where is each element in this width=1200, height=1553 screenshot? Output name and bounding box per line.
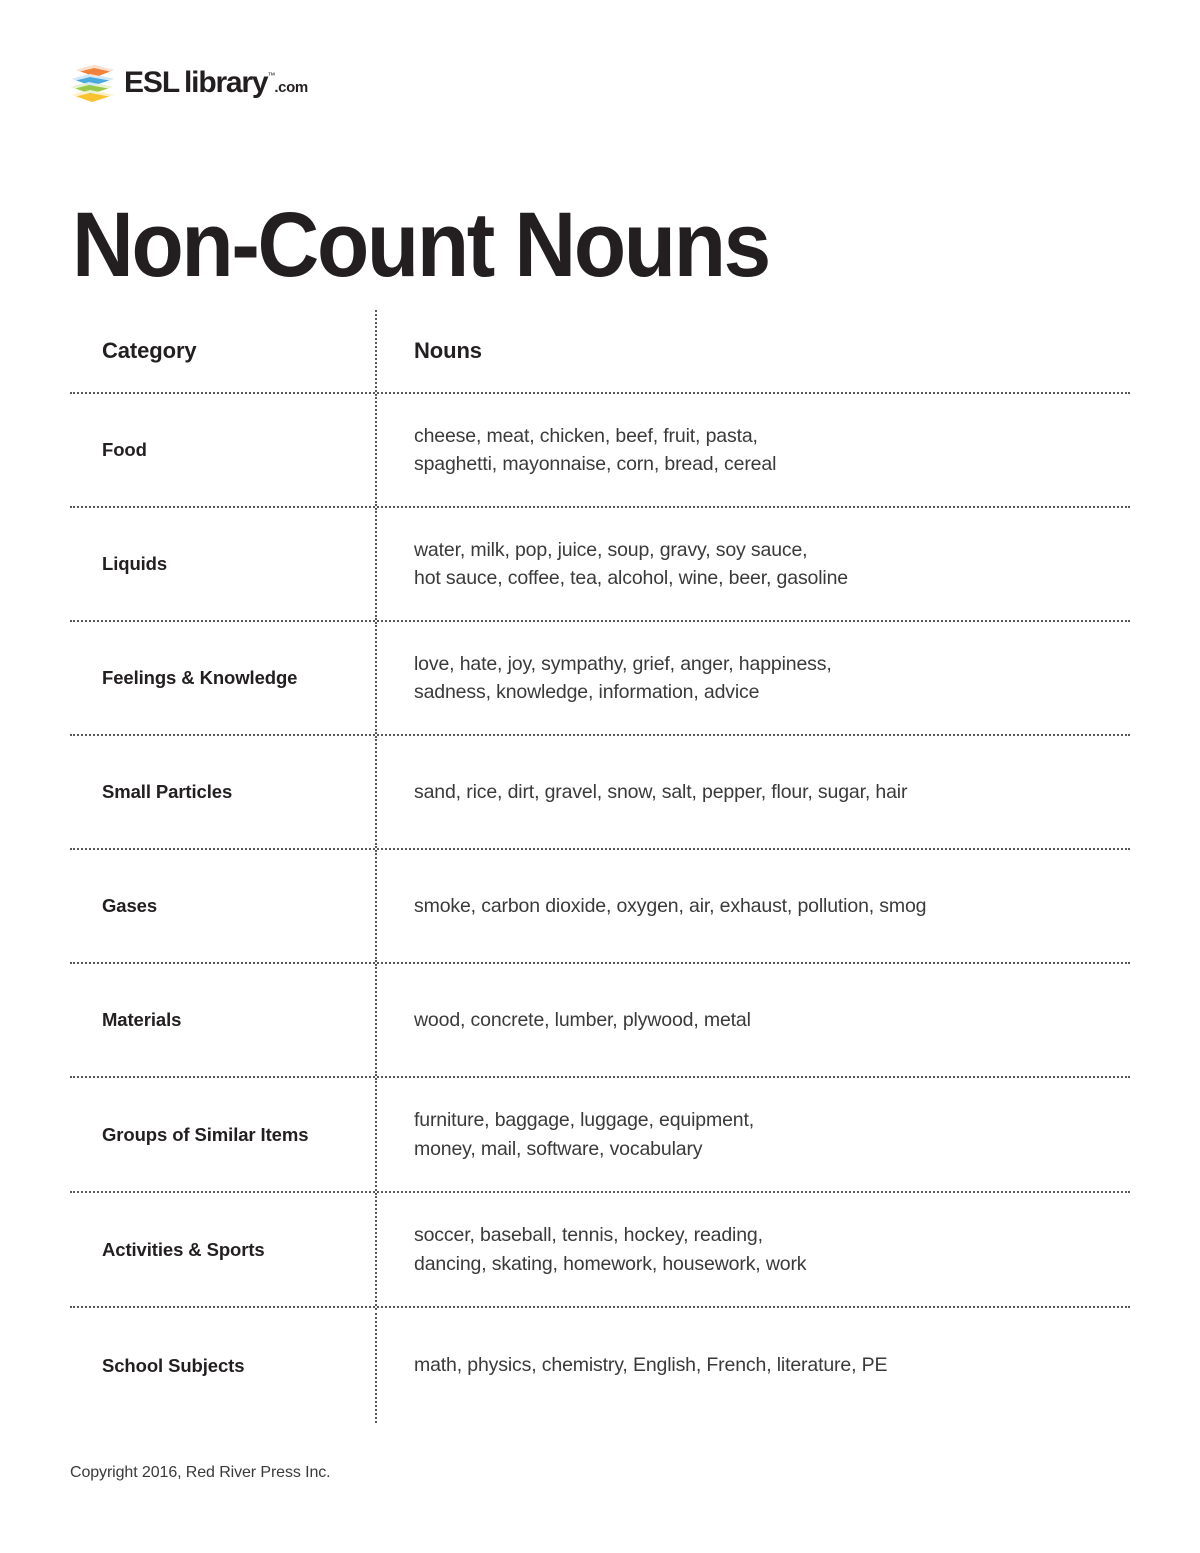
table-row: Food cheese, meat, chicken, beef, fruit,… [70, 394, 1130, 508]
row-category-label: Food [102, 439, 147, 461]
page-title: Non-Count Nouns [72, 193, 771, 296]
row-nouns-list: sand, rice, dirt, gravel, snow, salt, pe… [414, 780, 908, 803]
row-category-label: Liquids [102, 553, 168, 575]
row-nouns-cell: love, hate, joy, sympathy, grief, anger,… [375, 622, 1130, 734]
row-category-cell: Small Particles [70, 736, 375, 848]
row-nouns-cell: soccer, baseball, tennis, hockey, readin… [375, 1193, 1130, 1306]
logo-library-text: library [184, 66, 269, 99]
table-header-row: Category Nouns [70, 310, 1130, 394]
row-category-cell: Feelings & Knowledge [70, 622, 375, 734]
table-row: Activities & Sports soccer, baseball, te… [70, 1193, 1130, 1308]
row-nouns-list: water, milk, pop, juice, soup, gravy, so… [414, 538, 848, 589]
column-header-nouns: Nouns [414, 338, 482, 363]
row-nouns-list: smoke, carbon dioxide, oxygen, air, exha… [414, 894, 927, 917]
column-header-nouns-cell: Nouns [375, 310, 1130, 392]
row-category-cell: Materials [70, 964, 375, 1076]
logo-wordmark: ESL library ™ .com [124, 68, 308, 98]
row-category-label: Small Particles [102, 781, 233, 803]
row-nouns-list: math, physics, chemistry, English, Frenc… [414, 1354, 888, 1377]
row-category-cell: School Subjects [70, 1308, 375, 1423]
row-nouns-cell: water, milk, pop, juice, soup, gravy, so… [375, 508, 1130, 620]
row-category-cell: Groups of Similar Items [70, 1078, 375, 1191]
row-nouns-list: soccer, baseball, tennis, hockey, readin… [414, 1224, 807, 1275]
row-category-cell: Gases [70, 850, 375, 962]
table-row: Small Particles sand, rice, dirt, gravel… [70, 736, 1130, 850]
row-nouns-cell: smoke, carbon dioxide, oxygen, air, exha… [375, 850, 1130, 962]
row-nouns-list: furniture, baggage, luggage, equipment, … [414, 1109, 754, 1160]
row-category-cell: Liquids [70, 508, 375, 620]
row-category-label: School Subjects [102, 1354, 245, 1376]
row-category-cell: Activities & Sports [70, 1193, 375, 1306]
row-nouns-list: wood, concrete, lumber, plywood, metal [414, 1008, 751, 1031]
trademark-symbol: ™ [267, 71, 276, 80]
table-row: Gases smoke, carbon dioxide, oxygen, air… [70, 850, 1130, 964]
row-category-label: Feelings & Knowledge [102, 667, 298, 689]
table-row: Materials wood, concrete, lumber, plywoo… [70, 964, 1130, 1078]
table-row: Groups of Similar Items furniture, bagga… [70, 1078, 1130, 1193]
row-category-label: Activities & Sports [102, 1238, 265, 1260]
row-nouns-cell: wood, concrete, lumber, plywood, metal [375, 964, 1130, 1076]
row-category-cell: Food [70, 394, 375, 506]
row-nouns-cell: math, physics, chemistry, English, Frenc… [375, 1308, 1130, 1423]
row-category-label: Groups of Similar Items [102, 1123, 309, 1145]
logo-esl-text: ESL [124, 66, 180, 99]
column-header-category-cell: Category [70, 310, 375, 392]
row-nouns-list: love, hate, joy, sympathy, grief, anger,… [414, 652, 832, 703]
row-nouns-cell: sand, rice, dirt, gravel, snow, salt, pe… [375, 736, 1130, 848]
table-row: Liquids water, milk, pop, juice, soup, g… [70, 508, 1130, 622]
worksheet-page: ESL library ™ .com Non-Count Nouns Categ… [0, 0, 1200, 1553]
row-nouns-cell: furniture, baggage, luggage, equipment, … [375, 1078, 1130, 1191]
logo-tld-text: .com [274, 79, 308, 96]
row-nouns-cell: cheese, meat, chicken, beef, fruit, past… [375, 394, 1130, 506]
table-row: Feelings & Knowledge love, hate, joy, sy… [70, 622, 1130, 736]
non-count-nouns-table: Category Nouns Food cheese, meat, chicke… [70, 310, 1130, 1423]
row-category-label: Gases [102, 895, 158, 917]
row-nouns-list: cheese, meat, chicken, beef, fruit, past… [414, 424, 777, 475]
column-header-category: Category [102, 338, 197, 363]
esl-library-logo[interactable]: ESL library ™ .com [70, 60, 308, 106]
table-row: School Subjects math, physics, chemistry… [70, 1308, 1130, 1423]
stacked-books-icon [71, 65, 114, 102]
row-category-label: Materials [102, 1009, 182, 1031]
copyright-footer: Copyright 2016, Red River Press Inc. [70, 1464, 331, 1481]
